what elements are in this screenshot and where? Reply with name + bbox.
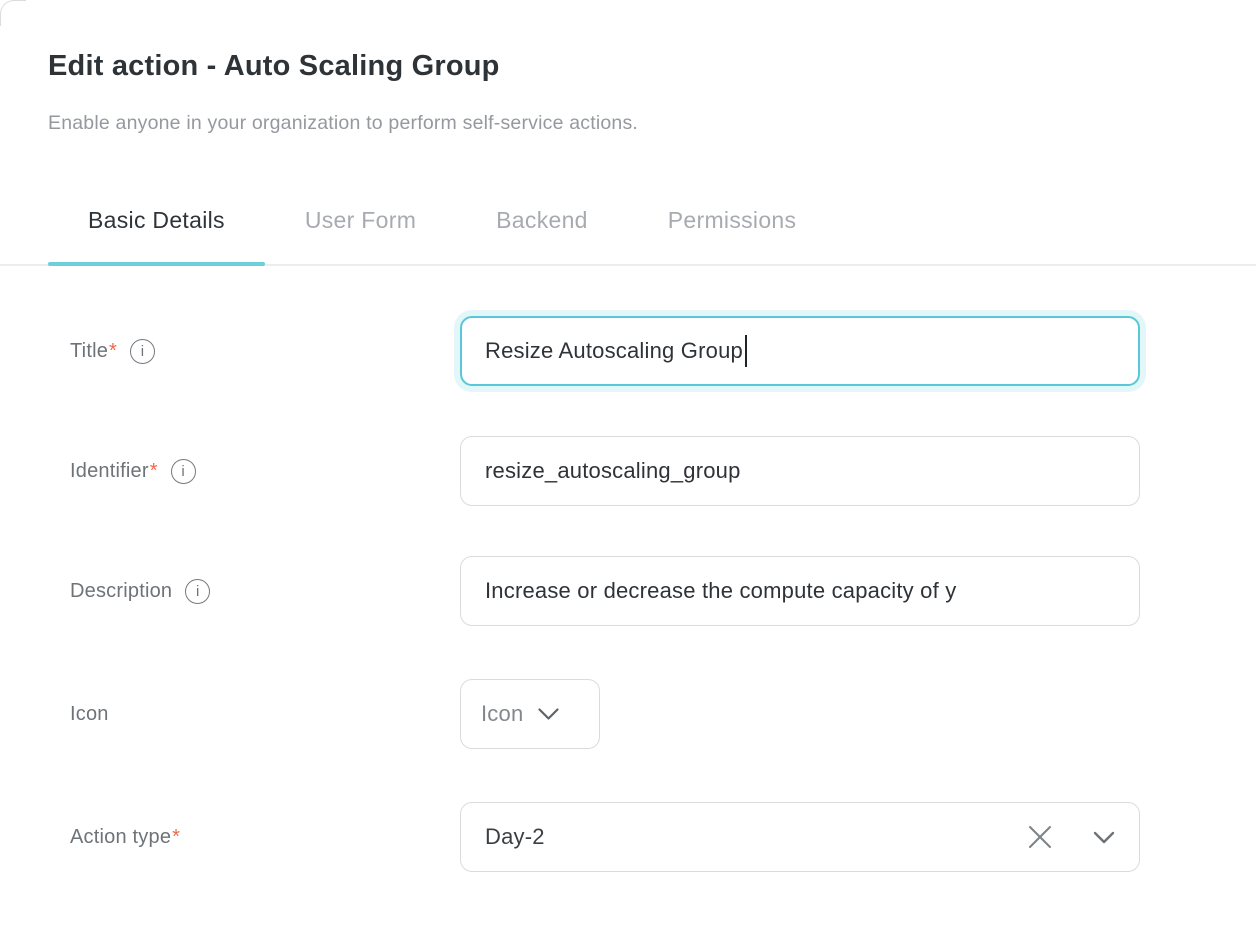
description-input-value: Increase or decrease the compute capacit… — [485, 578, 956, 604]
tab-label: Permissions — [668, 207, 797, 234]
page-title: Edit action - Auto Scaling Group — [48, 48, 1208, 84]
identifier-input[interactable]: resize_autoscaling_group — [460, 436, 1140, 506]
tab-backend[interactable]: Backend — [456, 190, 628, 264]
close-icon — [1027, 824, 1053, 850]
form-row-title: Title* i Resize Autoscaling Group — [70, 316, 1140, 386]
identifier-label-group: Identifier* i — [70, 459, 460, 484]
identifier-label: Identifier — [70, 460, 149, 483]
title-input-value: Resize Autoscaling Group — [485, 338, 743, 364]
description-label: Description — [70, 580, 172, 603]
tab-user-form[interactable]: User Form — [265, 190, 456, 264]
required-asterisk: * — [172, 826, 180, 849]
required-asterisk: * — [109, 340, 117, 363]
description-input-col: Increase or decrease the compute capacit… — [460, 556, 1140, 626]
action-type-input-col: Day-2 — [460, 802, 1140, 872]
icon-dropdown-value: Icon — [481, 701, 523, 727]
tab-label: User Form — [305, 207, 416, 234]
header: Edit action - Auto Scaling Group Enable … — [0, 0, 1256, 136]
info-icon[interactable]: i — [130, 339, 155, 364]
description-label-group: Description i — [70, 579, 460, 604]
tab-label: Basic Details — [88, 207, 225, 234]
title-input[interactable]: Resize Autoscaling Group — [460, 316, 1140, 386]
icon-input-col: Icon — [460, 679, 1140, 749]
icon-label: Icon — [70, 703, 109, 726]
action-type-label: Action type — [70, 826, 171, 849]
title-label-group: Title* i — [70, 339, 460, 364]
clear-selection-button[interactable] — [1027, 824, 1053, 850]
form-row-icon: Icon Icon — [70, 679, 1140, 749]
required-asterisk: * — [150, 460, 158, 483]
tab-label: Backend — [496, 207, 588, 234]
icon-label-group: Icon — [70, 703, 460, 726]
page-subtitle: Enable anyone in your organization to pe… — [48, 110, 1208, 136]
chevron-down-icon — [1093, 831, 1115, 844]
tab-permissions[interactable]: Permissions — [628, 190, 837, 264]
description-input[interactable]: Increase or decrease the compute capacit… — [460, 556, 1140, 626]
identifier-input-col: resize_autoscaling_group — [460, 436, 1140, 506]
title-label: Title — [70, 340, 108, 363]
edit-action-panel: Edit action - Auto Scaling Group Enable … — [0, 0, 1256, 936]
form-row-description: Description i Increase or decrease the c… — [70, 556, 1140, 626]
icon-dropdown[interactable]: Icon — [460, 679, 600, 749]
basic-details-form: Title* i Resize Autoscaling Group Identi… — [0, 266, 1256, 872]
form-row-action-type: Action type* Day-2 — [70, 802, 1140, 872]
tab-basic-details[interactable]: Basic Details — [48, 190, 265, 264]
text-caret — [745, 335, 747, 367]
form-row-identifier: Identifier* i resize_autoscaling_group — [70, 436, 1140, 506]
action-type-select[interactable]: Day-2 — [460, 802, 1140, 872]
tabs-bar: Basic Details User Form Backend Permissi… — [0, 190, 1256, 266]
info-icon[interactable]: i — [171, 459, 196, 484]
action-type-value: Day-2 — [485, 824, 1027, 850]
info-icon[interactable]: i — [185, 579, 210, 604]
chevron-down-icon — [538, 708, 559, 721]
action-type-label-group: Action type* — [70, 826, 460, 849]
title-input-col: Resize Autoscaling Group — [460, 316, 1140, 386]
identifier-input-value: resize_autoscaling_group — [485, 458, 741, 484]
